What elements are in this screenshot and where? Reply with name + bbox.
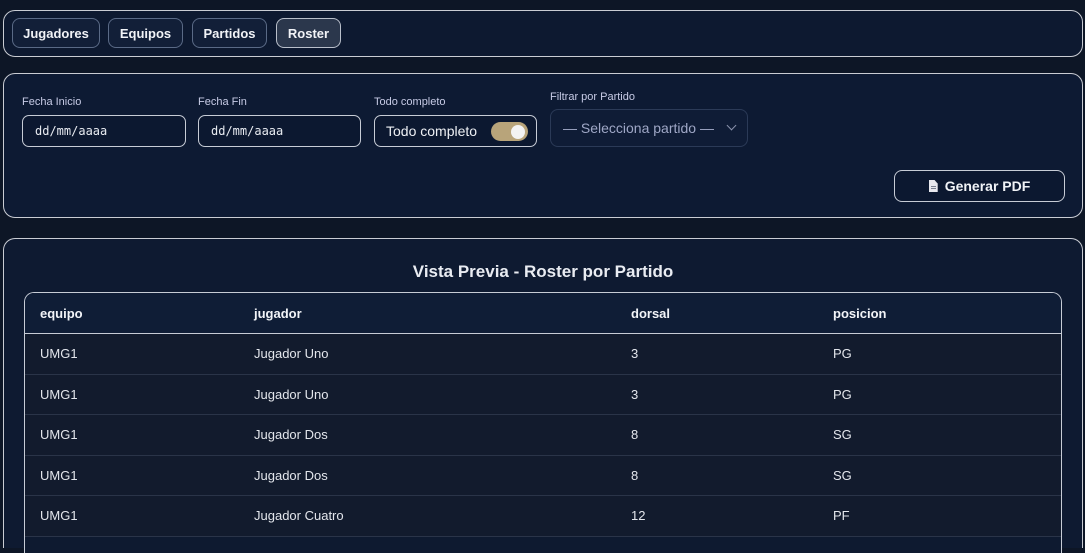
table-header: equipo jugador dorsal posicion: [25, 293, 1061, 334]
cell-posicion: SG: [833, 467, 852, 483]
cell-jugador: Jugador Dos: [254, 467, 328, 483]
generar-pdf-label: Generar PDF: [944, 178, 1031, 194]
cell-equipo: UMG1: [40, 467, 78, 483]
cell-equipo: UMG1: [40, 346, 78, 362]
todo-completo-label: Todo completo: [374, 96, 446, 108]
tab-partidos[interactable]: Partidos: [192, 18, 267, 48]
filter-panel: Fecha Inicio dd/mm/aaaa Fecha Fin dd/mm/…: [3, 73, 1083, 218]
column-header-jugador: jugador: [254, 305, 302, 321]
cell-posicion: PF: [833, 508, 850, 524]
table-row: UMG1 Jugador Uno 3 PG: [25, 334, 1061, 375]
column-header-dorsal: dorsal: [631, 305, 671, 321]
cell-jugador: Jugador Uno: [254, 386, 329, 402]
column-header-posicion: posicion: [833, 305, 887, 321]
fecha-inicio-label: Fecha Inicio: [22, 96, 82, 108]
fecha-fin-label: Fecha Fin: [198, 96, 247, 108]
fecha-fin-input[interactable]: dd/mm/aaaa: [198, 115, 361, 147]
table-row: UMG1 Jugador Dos 8 SG: [25, 455, 1061, 496]
nav-bar: Jugadores Equipos Partidos Roster: [3, 10, 1083, 57]
preview-title: Vista Previa - Roster por Partido: [412, 262, 674, 281]
todo-completo-field: Todo completo: [374, 115, 537, 147]
cell-jugador: Jugador Cuatro: [254, 508, 344, 524]
fecha-inicio-input[interactable]: dd/mm/aaaa: [22, 115, 186, 147]
roster-table: equipo jugador dorsal posicion UMG1 Juga…: [24, 292, 1062, 553]
cell-dorsal: 3: [631, 386, 639, 402]
partido-filter-label: Filtrar por Partido: [550, 91, 635, 103]
cell-posicion: PG: [833, 386, 852, 402]
cell-equipo: UMG1: [40, 508, 78, 524]
cell-jugador: Jugador Uno: [254, 346, 329, 362]
toggle-knob: [511, 124, 525, 139]
chevron-down-icon: [726, 120, 737, 131]
partido-select[interactable]: — Selecciona partido —: [550, 109, 748, 147]
cell-dorsal: 8: [631, 467, 639, 483]
table-row: UMG1 Jugador Uno 3 PG: [25, 374, 1061, 415]
generar-pdf-button[interactable]: Generar PDF: [894, 170, 1065, 202]
todo-completo-text: Todo completo: [386, 123, 478, 139]
cell-posicion: PG: [833, 346, 852, 362]
partido-select-value: — Selecciona partido —: [563, 120, 714, 136]
cell-dorsal: 3: [631, 346, 639, 362]
column-header-equipo: equipo: [40, 305, 83, 321]
document-icon: [928, 180, 938, 192]
tab-equipos[interactable]: Equipos: [108, 18, 183, 48]
tab-jugadores[interactable]: Jugadores: [12, 18, 100, 48]
preview-panel: Vista Previa - Roster por Partido equipo…: [3, 238, 1083, 553]
cell-equipo: UMG1: [40, 427, 78, 443]
table-row: UMG1 Jugador Cuatro 12 PF: [25, 496, 1061, 537]
tab-roster[interactable]: Roster: [276, 18, 341, 48]
cell-equipo: UMG1: [40, 386, 78, 402]
cell-posicion: SG: [833, 427, 852, 443]
cell-jugador: Jugador Dos: [254, 427, 328, 443]
cell-dorsal: 8: [631, 427, 639, 443]
todo-completo-toggle[interactable]: [491, 122, 528, 141]
cell-dorsal: 12: [631, 508, 646, 524]
table-row: UMG1 Jugador Dos 8 SG: [25, 415, 1061, 456]
